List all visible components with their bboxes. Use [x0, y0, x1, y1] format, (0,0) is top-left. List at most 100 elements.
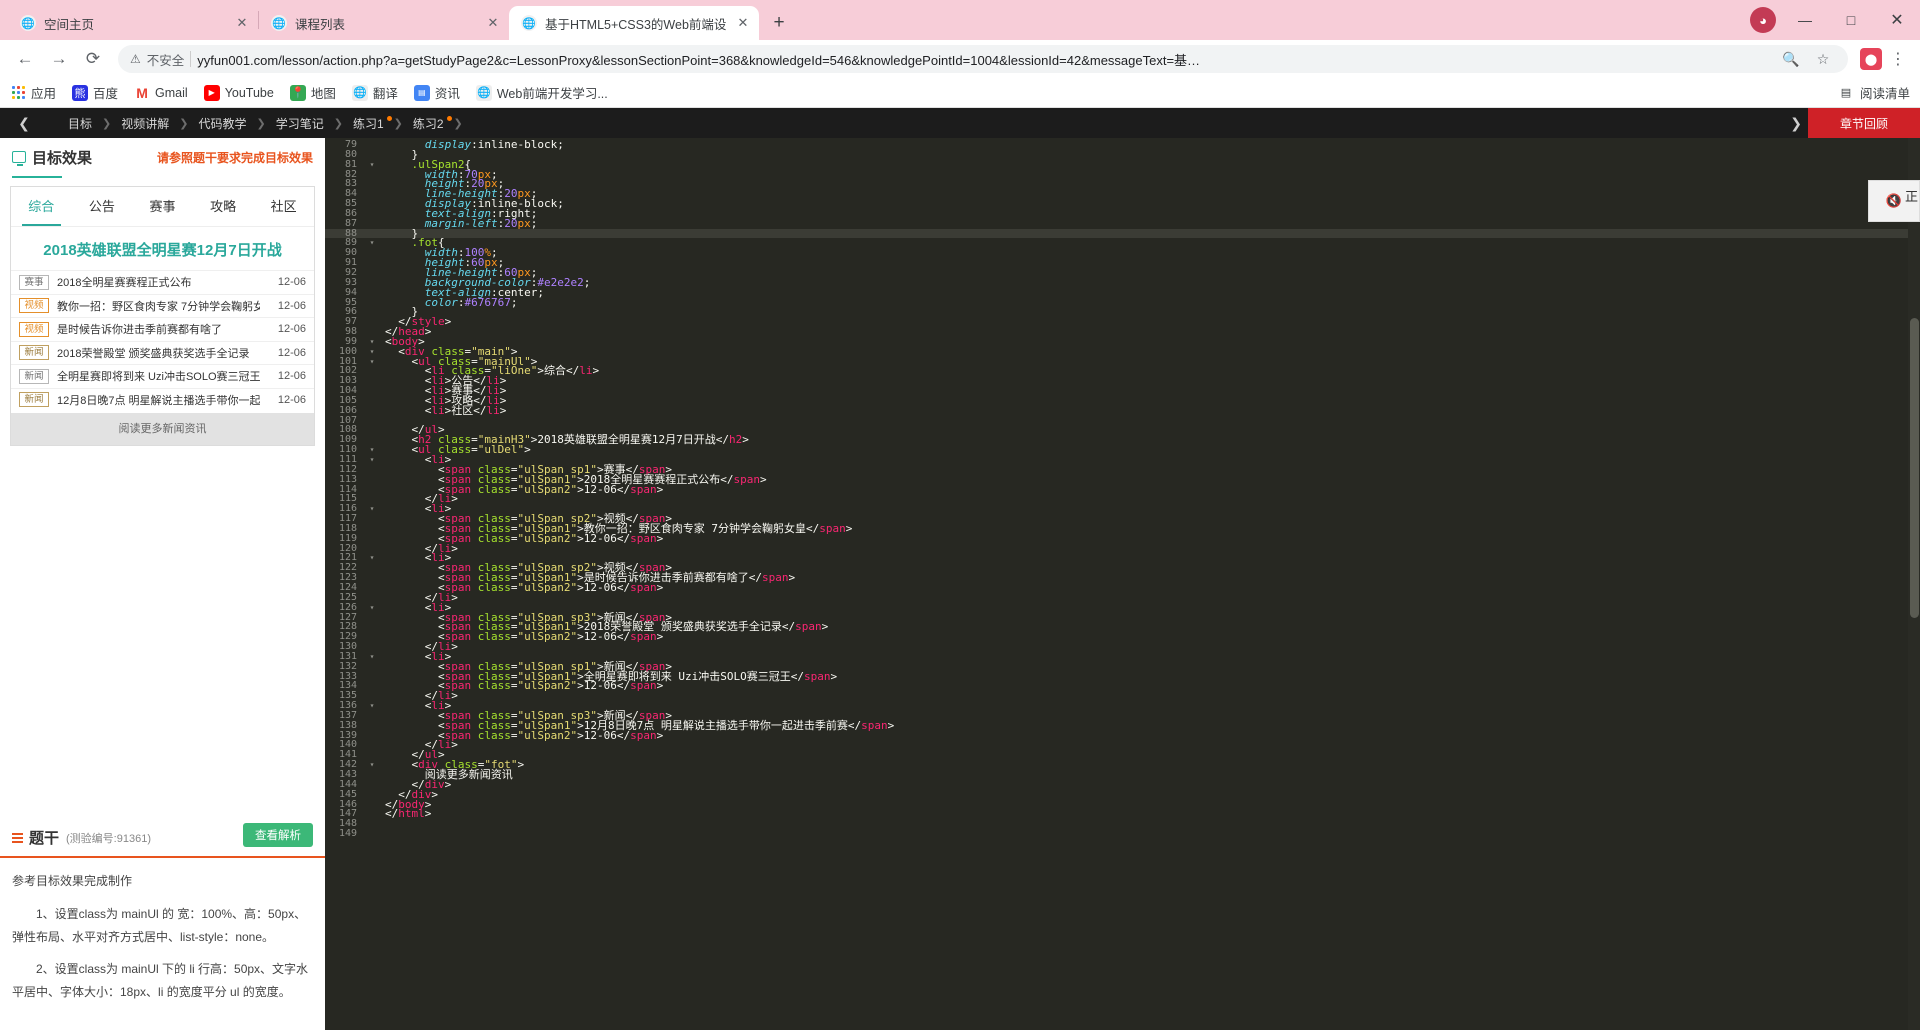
code-line-91[interactable]: 91 height:60px; — [325, 257, 1920, 268]
code-line-144[interactable]: 144 </div> — [325, 779, 1920, 790]
fold-toggle-icon[interactable] — [367, 307, 377, 317]
code-line-80[interactable]: 80 } — [325, 149, 1920, 160]
fold-toggle-icon[interactable] — [367, 819, 377, 829]
tab-close-icon[interactable]: ✕ — [485, 15, 501, 31]
fold-toggle-icon[interactable]: ▾ — [367, 357, 377, 367]
code-line-100[interactable]: 100 ▾ <div class="main"> — [325, 346, 1920, 357]
fold-toggle-icon[interactable] — [367, 494, 377, 504]
fold-toggle-icon[interactable] — [367, 770, 377, 780]
code-line-115[interactable]: 115 </li> — [325, 493, 1920, 504]
code-line-97[interactable]: 97 </style> — [325, 316, 1920, 327]
step-item-0[interactable]: 目标 — [58, 115, 102, 132]
code-line-103[interactable]: 103 <li>公告</li> — [325, 375, 1920, 386]
profile-avatar[interactable]: ◕ — [1750, 7, 1776, 33]
fold-toggle-icon[interactable]: ▾ — [367, 455, 377, 465]
step-item-2[interactable]: 代码教学 — [188, 115, 256, 132]
browser-tab-0[interactable]: 🌐 空间主页 ✕ — [8, 6, 258, 40]
code-line-105[interactable]: 105 <li>攻略</li> — [325, 395, 1920, 406]
preview-nav-item-0[interactable]: 综合 — [11, 187, 72, 226]
code-line-106[interactable]: 106 <li>社区</li> — [325, 405, 1920, 416]
list-item[interactable]: 新闻 2018荣誉殿堂 颁奖盛典获奖选手全记录 12-06 — [11, 340, 314, 365]
editor-scrollbar-thumb[interactable] — [1910, 318, 1919, 618]
bookmark-apps[interactable]: 应用 — [10, 83, 56, 102]
fold-toggle-icon[interactable]: ▾ — [367, 553, 377, 563]
fold-toggle-icon[interactable] — [367, 731, 377, 741]
fold-toggle-icon[interactable] — [367, 170, 377, 180]
code-lines[interactable]: 79 display:inline-block; 80 } 81 ▾ .ulSpan2… — [325, 138, 1920, 839]
preview-nav-item-1[interactable]: 公告 — [72, 187, 133, 226]
view-analysis-button[interactable]: 查看解析 — [243, 823, 313, 848]
tab-close-icon[interactable]: ✕ — [234, 15, 250, 31]
fold-toggle-icon[interactable] — [367, 327, 377, 337]
code-line-104[interactable]: 104 <li>赛事</li> — [325, 385, 1920, 396]
browser-tab-2[interactable]: 🌐 基于HTML5+CSS3的Web前端设 ✕ — [509, 6, 759, 40]
fold-toggle-icon[interactable] — [367, 691, 377, 701]
fold-toggle-icon[interactable] — [367, 632, 377, 642]
code-line-89[interactable]: 89 ▾ .fot{ — [325, 237, 1920, 248]
code-line-148[interactable]: 148 — [325, 819, 1920, 829]
code-line-125[interactable]: 125 </li> — [325, 592, 1920, 603]
fold-toggle-icon[interactable] — [367, 366, 377, 376]
step-item-4[interactable]: 练习1 — [343, 115, 394, 132]
code-line-83[interactable]: 83 height:20px; — [325, 178, 1920, 189]
fold-toggle-icon[interactable] — [367, 672, 377, 682]
fold-toggle-icon[interactable] — [367, 750, 377, 760]
code-line-130[interactable]: 130 </li> — [325, 641, 1920, 652]
code-line-95[interactable]: 95 color:#676767; — [325, 297, 1920, 308]
fold-toggle-icon[interactable] — [367, 298, 377, 308]
bookmark-youtube[interactable]: ▶ YouTube — [203, 84, 274, 101]
code-line-119[interactable]: 119 <span class="ulSpan2">12-06</span> — [325, 533, 1920, 544]
code-line-139[interactable]: 139 <span class="ulSpan2">12-06</span> — [325, 730, 1920, 741]
code-line-134[interactable]: 134 <span class="ulSpan2">12-06</span> — [325, 680, 1920, 691]
fold-toggle-icon[interactable] — [367, 829, 377, 839]
fold-toggle-icon[interactable] — [367, 248, 377, 258]
fold-toggle-icon[interactable] — [367, 229, 377, 239]
list-item[interactable]: 新闻 全明星赛即将到来 Uzi冲击SOLO赛三冠王 12-06 — [11, 364, 314, 388]
kebab-menu-icon[interactable]: ⋮ — [1886, 46, 1910, 72]
chapter-review-button[interactable]: 章节回顾 — [1808, 108, 1920, 138]
fold-toggle-icon[interactable] — [367, 583, 377, 593]
tab-close-icon[interactable]: ✕ — [735, 15, 751, 31]
search-icon[interactable]: 🔍 — [1778, 46, 1804, 72]
code-line-129[interactable]: 129 <span class="ulSpan2">12-06</span> — [325, 631, 1920, 642]
fold-toggle-icon[interactable] — [367, 563, 377, 573]
address-bar[interactable]: ⚠ 不安全 yyfun001.com/lesson/action.php?a=g… — [118, 45, 1848, 73]
back-button[interactable]: ← — [10, 44, 40, 74]
code-line-99[interactable]: 99 ▾ <body> — [325, 336, 1920, 347]
reading-list-button[interactable]: ▤ 阅读清单 — [1838, 83, 1910, 102]
code-line-96[interactable]: 96 } — [325, 306, 1920, 317]
new-tab-button[interactable]: + — [765, 9, 793, 37]
list-item[interactable]: 赛事 2018全明星赛赛程正式公布 12-06 — [11, 270, 314, 294]
step-item-1[interactable]: 视频讲解 — [111, 115, 179, 132]
fold-toggle-icon[interactable] — [367, 140, 377, 150]
code-line-87[interactable]: 87 margin-left:20px; — [325, 218, 1920, 229]
fold-toggle-icon[interactable] — [367, 514, 377, 524]
browser-tab-1[interactable]: 🌐 课程列表 ✕ — [259, 6, 509, 40]
fold-toggle-icon[interactable] — [367, 790, 377, 800]
fold-toggle-icon[interactable]: ▾ — [367, 701, 377, 711]
code-line-86[interactable]: 86 text-align:right; — [325, 208, 1920, 219]
fold-toggle-icon[interactable]: ▾ — [367, 347, 377, 357]
fold-toggle-icon[interactable] — [367, 465, 377, 475]
chevron-left-icon[interactable]: ❮ — [10, 115, 38, 132]
fold-toggle-icon[interactable] — [367, 809, 377, 819]
fold-toggle-icon[interactable] — [367, 258, 377, 268]
bookmark-translate[interactable]: 🌐 翻译 — [351, 83, 398, 102]
editor-scrollbar[interactable] — [1908, 138, 1920, 1030]
fold-toggle-icon[interactable]: ▾ — [367, 603, 377, 613]
code-line-94[interactable]: 94 text-align:center; — [325, 287, 1920, 298]
bookmark-news[interactable]: ▤ 资讯 — [413, 83, 460, 102]
fold-toggle-icon[interactable]: ▾ — [367, 760, 377, 770]
fold-toggle-icon[interactable]: ▾ — [367, 160, 377, 170]
code-line-102[interactable]: 102 <li class="liOne">综合</li> — [325, 365, 1920, 376]
forward-button[interactable]: → — [44, 44, 74, 74]
next-step-icon[interactable]: ❯ — [1790, 115, 1802, 132]
fold-toggle-icon[interactable] — [367, 544, 377, 554]
reload-button[interactable]: ⟳ — [78, 44, 108, 74]
fold-toggle-icon[interactable] — [367, 179, 377, 189]
code-line-147[interactable]: 147 </html> — [325, 808, 1920, 819]
fold-toggle-icon[interactable] — [367, 209, 377, 219]
fold-toggle-icon[interactable] — [367, 485, 377, 495]
star-icon[interactable]: ☆ — [1810, 46, 1836, 72]
code-line-90[interactable]: 90 width:100%; — [325, 247, 1920, 258]
